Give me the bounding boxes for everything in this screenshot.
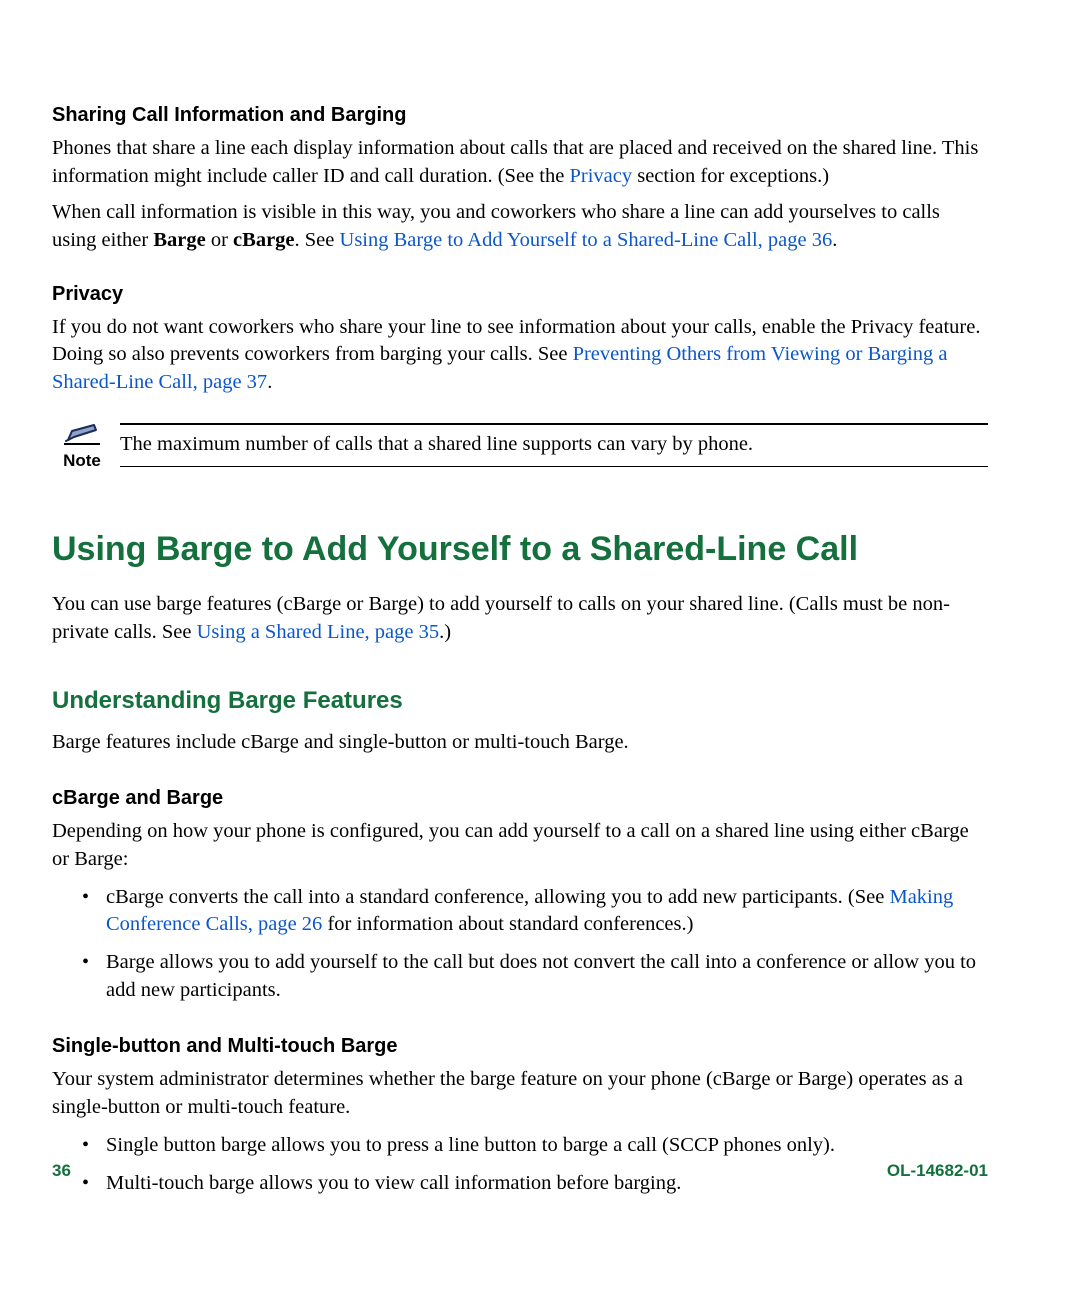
- page-title: Using Barge to Add Yourself to a Shared-…: [52, 529, 988, 569]
- text: . See: [295, 229, 340, 251]
- text: or: [206, 229, 233, 251]
- heading-sharing: Sharing Call Information and Barging: [52, 104, 988, 127]
- para-understanding-intro: Barge features include cBarge and single…: [52, 729, 988, 757]
- text: for information about standard conferenc…: [322, 913, 693, 935]
- note-label: Note: [63, 451, 101, 471]
- text: .): [439, 621, 451, 643]
- text: .: [267, 371, 272, 393]
- text: .: [832, 229, 837, 251]
- link-privacy[interactable]: Privacy: [569, 165, 632, 187]
- para-intro: You can use barge features (cBarge or Ba…: [52, 591, 988, 647]
- link-barge-page36[interactable]: Using Barge to Add Yourself to a Shared-…: [340, 229, 833, 251]
- para-sharing-1: Phones that share a line each display in…: [52, 135, 988, 191]
- list-item: cBarge converts the call into a standard…: [86, 884, 988, 940]
- para-single-multi-intro: Your system administrator determines whe…: [52, 1066, 988, 1122]
- page-number: 36: [52, 1161, 71, 1181]
- bold-barge: Barge: [153, 229, 205, 251]
- link-shared-line-35[interactable]: Using a Shared Line, page 35: [197, 621, 440, 643]
- bold-cbarge: cBarge: [233, 229, 294, 251]
- list-item: Single button barge allows you to press …: [86, 1132, 988, 1160]
- text: cBarge converts the call into a standard…: [106, 886, 889, 908]
- heading-cbarge-barge: cBarge and Barge: [52, 787, 988, 810]
- text: section for exceptions.): [632, 165, 829, 187]
- bullet-list-cbarge: cBarge converts the call into a standard…: [52, 884, 988, 1006]
- note-rule-bottom: [120, 466, 988, 467]
- note-rule-top: [120, 423, 988, 425]
- list-item: Barge allows you to add yourself to the …: [86, 949, 988, 1005]
- para-privacy: If you do not want coworkers who share y…: [52, 314, 988, 398]
- document-id: OL-14682-01: [887, 1161, 988, 1181]
- note-text: The maximum number of calls that a share…: [120, 433, 988, 456]
- text: Phones that share a line each display in…: [52, 137, 978, 187]
- note-right: The maximum number of calls that a share…: [120, 423, 988, 467]
- note-block: Note The maximum number of calls that a …: [52, 423, 988, 471]
- pencil-icon: [64, 423, 100, 445]
- heading-understanding: Understanding Barge Features: [52, 687, 988, 715]
- note-left: Note: [52, 423, 112, 471]
- heading-single-multi: Single-button and Multi-touch Barge: [52, 1035, 988, 1058]
- page-footer: 36 OL-14682-01: [52, 1161, 988, 1181]
- text: You can use barge features (cBarge or Ba…: [52, 593, 950, 643]
- para-sharing-2: When call information is visible in this…: [52, 199, 988, 255]
- para-cbarge-intro: Depending on how your phone is configure…: [52, 818, 988, 874]
- heading-privacy: Privacy: [52, 283, 988, 306]
